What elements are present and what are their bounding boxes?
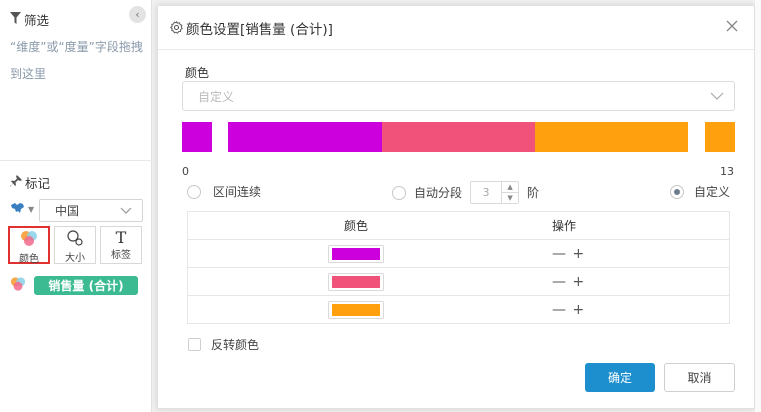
close-icon [725, 20, 739, 36]
color-icon [20, 230, 38, 250]
color-picker-3[interactable] [328, 300, 384, 319]
color-segments-table: 颜色 操作 — + — + — + [187, 211, 730, 324]
chevron-down-icon [710, 90, 724, 105]
size-mark-button[interactable]: 大小 [54, 226, 96, 264]
map-select-value: 中国 [55, 204, 80, 218]
map-select[interactable]: 中国 [39, 199, 143, 222]
mode-continuous-label: 区间连续 [213, 185, 262, 199]
filter-drop-hint: “维度”或“度量”字段拖拽到这里 [10, 40, 143, 81]
table-header: 颜色 操作 [188, 212, 729, 239]
color-picker-2[interactable] [328, 272, 384, 291]
filter-section-title: 筛选 [10, 10, 49, 29]
mode-custom-label: 自定义 [694, 185, 731, 199]
close-dialog-button[interactable] [725, 19, 741, 35]
dialog-title: 颜色设置[销售量 (合计)] [186, 21, 333, 38]
cancel-button[interactable]: 取消 [664, 363, 735, 392]
color-measure-row: 销售量 (合计) [10, 276, 138, 295]
color-settings-dialog: 颜色设置[销售量 (合计)] 颜色 自定义 0 13 区间连续 自动分段 3 ▲… [157, 5, 755, 409]
table-row: — + [188, 295, 729, 323]
segments-unit: 阶 [527, 186, 540, 200]
range-max-label: 13 [720, 165, 734, 178]
mode-continuous-option[interactable]: 区间连续 [187, 183, 261, 200]
size-icon [66, 229, 84, 249]
map-icon [10, 201, 26, 218]
filter-title: 筛选 [24, 13, 50, 28]
range-max-color-swatch[interactable] [705, 122, 735, 152]
table-header-ops: 操作 [552, 219, 577, 233]
range-min-label: 0 [182, 165, 189, 178]
reverse-colors-label: 反转颜色 [211, 338, 260, 352]
table-header-color: 颜色 [343, 219, 368, 233]
radio-continuous[interactable] [187, 184, 201, 199]
color-field-label: 颜色 [185, 66, 210, 80]
section-divider [0, 160, 152, 161]
caret-down-icon: ▼ [28, 205, 35, 214]
mark-type-dropdown[interactable]: ▼ [10, 201, 34, 218]
color-preset-select[interactable]: 自定义 [182, 81, 735, 111]
reverse-colors-option[interactable]: 反转颜色 [188, 336, 259, 353]
measure-pill[interactable]: 销售量 (合计) [34, 276, 138, 295]
label-text-icon: T [115, 228, 127, 247]
segments-stepper[interactable]: 3 ▲ ▼ [470, 181, 520, 204]
chevron-down-icon [120, 204, 132, 219]
left-panel: 筛选 ‹ “维度”或“度量”字段拖拽到这里 标记 ▼ 中国 颜色 大小 T 标签… [0, 0, 152, 412]
stepper-up-icon[interactable]: ▲ [502, 182, 518, 192]
segments-value: 3 [482, 186, 490, 199]
filter-icon [10, 12, 21, 27]
range-min-color-swatch[interactable] [182, 122, 212, 152]
mode-auto-segments-option[interactable]: 自动分段 3 ▲ ▼ 阶 [392, 181, 539, 204]
segment-color-1 [228, 122, 382, 152]
background-edge [755, 0, 761, 412]
color-icon [10, 276, 26, 295]
color-mark-button[interactable]: 颜色 [8, 226, 50, 265]
row-ops[interactable]: — + [552, 246, 585, 262]
radio-custom[interactable] [670, 184, 684, 199]
mode-custom-option[interactable]: 自定义 [670, 183, 730, 200]
reverse-colors-checkbox[interactable] [188, 338, 201, 351]
chevron-left-icon: ‹ [135, 8, 140, 21]
stepper-down-icon[interactable]: ▼ [502, 192, 519, 203]
row-ops[interactable]: — + [552, 274, 585, 290]
ok-button[interactable]: 确定 [585, 363, 655, 392]
segment-color-3 [535, 122, 688, 152]
segment-color-2 [382, 122, 535, 152]
label-mark-label: 标签 [111, 250, 131, 261]
collapse-panel-button[interactable]: ‹ [129, 6, 146, 23]
radio-auto-segments[interactable] [392, 185, 406, 200]
pin-icon [10, 175, 22, 190]
marks-title: 标记 [25, 176, 51, 191]
color-mark-label: 颜色 [19, 254, 39, 265]
row-ops[interactable]: — + [552, 302, 585, 318]
table-row: — + [188, 239, 729, 267]
mode-auto-segments-label: 自动分段 [414, 186, 463, 200]
gear-icon [170, 21, 183, 34]
table-row: — + [188, 267, 729, 295]
preset-select-value: 自定义 [198, 89, 235, 104]
marks-section-title: 标记 [10, 173, 50, 192]
dialog-header: 颜色设置[销售量 (合计)] [158, 6, 754, 50]
label-mark-button[interactable]: T 标签 [100, 226, 142, 264]
size-mark-label: 大小 [65, 253, 85, 264]
color-picker-1[interactable] [328, 244, 384, 263]
